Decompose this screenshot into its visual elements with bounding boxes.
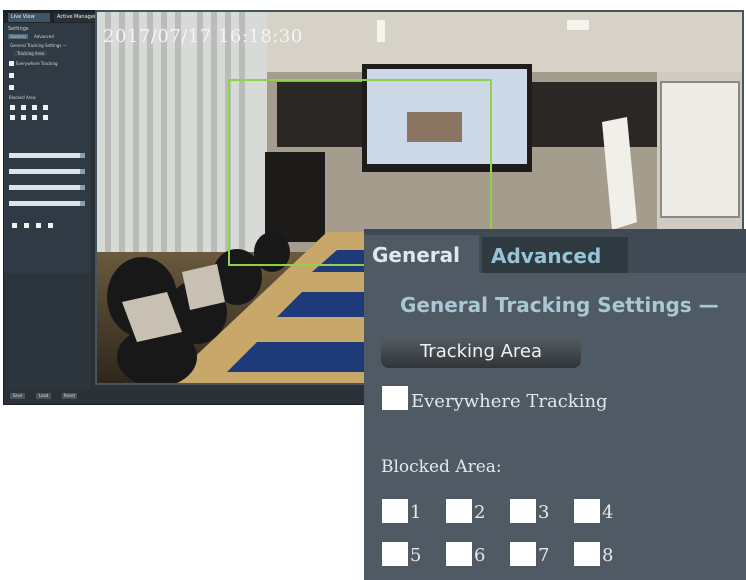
chevron-down-icon [80,169,85,174]
sidebar-tab-general[interactable]: General [8,34,28,39]
tab-live-view[interactable]: Live View [8,13,50,22]
blocked-area-6-label: 6 [474,545,486,566]
blocked-area-3-label: 3 [538,502,550,523]
blocked-area-8-label: 8 [602,545,614,566]
sidebar-tab-advanced[interactable]: Advanced [34,34,54,39]
blocked-area-6-checkbox[interactable] [446,542,472,566]
blocked-area-7-checkbox[interactable] [510,542,536,566]
sidebar-everywhere-label: Everywhere Tracking [16,61,58,66]
sidebar-small-checkbox[interactable] [48,223,53,228]
everywhere-tracking-label: Everywhere Tracking [411,391,608,412]
blocked-area-3-checkbox[interactable] [510,499,536,523]
sidebar-blocked-1-checkbox[interactable] [10,105,15,110]
sidebar-dropdown[interactable] [9,185,85,190]
sidebar-small-checkbox[interactable] [36,223,41,228]
blocked-area-4-checkbox[interactable] [574,499,600,523]
blocked-area-1-checkbox[interactable] [382,499,408,523]
sidebar-small-checkbox[interactable] [12,223,17,228]
sidebar-blocked-6-checkbox[interactable] [21,115,26,120]
tracking-settings-panel: General Advanced General Tracking Settin… [364,229,746,580]
blocked-area-5-label: 5 [410,545,422,566]
section-title: General Tracking Settings — [400,293,719,317]
tab-advanced[interactable]: Advanced [482,237,628,273]
sidebar-title: Settings [8,26,29,32]
sidebar-dropdown[interactable] [9,169,85,174]
tab-label: Live View [11,14,35,20]
sidebar-empty-area [4,273,91,390]
sidebar-dropdown[interactable] [9,201,85,206]
sidebar-tracking-area-button[interactable]: Tracking Area [14,51,48,56]
save-button[interactable]: Save [10,393,25,399]
blocked-area-4-label: 4 [602,502,614,523]
sidebar-option-checkbox[interactable] [9,73,14,78]
sidebar-everywhere-checkbox[interactable] [9,61,14,66]
chevron-down-icon [80,185,85,190]
sidebar-blocked-label: Blocked Area: [9,95,37,100]
sidebar-blocked-3-checkbox[interactable] [32,105,37,110]
blocked-area-5-checkbox[interactable] [382,542,408,566]
tracking-area-button[interactable]: Tracking Area [381,336,581,368]
blocked-area-label: Blocked Area: [381,457,502,477]
sidebar-blocked-4-checkbox[interactable] [43,105,48,110]
sidebar-dropdown[interactable] [9,153,85,158]
blocked-area-2-checkbox[interactable] [446,499,472,523]
blocked-area-2-label: 2 [474,502,486,523]
blocked-area-1-label: 1 [410,502,422,523]
tab-label: Active Manager [57,14,96,20]
panel-tab-bar: General Advanced [364,229,746,273]
sidebar-blocked-7-checkbox[interactable] [32,115,37,120]
sidebar: Settings General Advanced General Tracki… [4,23,91,273]
tab-general[interactable]: General [364,235,479,273]
everywhere-tracking-checkbox[interactable] [382,386,408,410]
sidebar-option-checkbox[interactable] [9,85,14,90]
sidebar-blocked-5-checkbox[interactable] [10,115,15,120]
chevron-down-icon [80,201,85,206]
sidebar-blocked-2-checkbox[interactable] [21,105,26,110]
reset-button[interactable]: Reset [62,393,77,399]
video-timestamp: 2017/07/17 16:18:30 [103,26,303,47]
blocked-area-7-label: 7 [538,545,550,566]
chevron-down-icon [80,153,85,158]
blocked-area-8-checkbox[interactable] [574,542,600,566]
sidebar-section-title: General Tracking Settings — [10,43,67,48]
sidebar-small-checkbox[interactable] [24,223,29,228]
sidebar-blocked-8-checkbox[interactable] [43,115,48,120]
load-button[interactable]: Load [36,393,51,399]
